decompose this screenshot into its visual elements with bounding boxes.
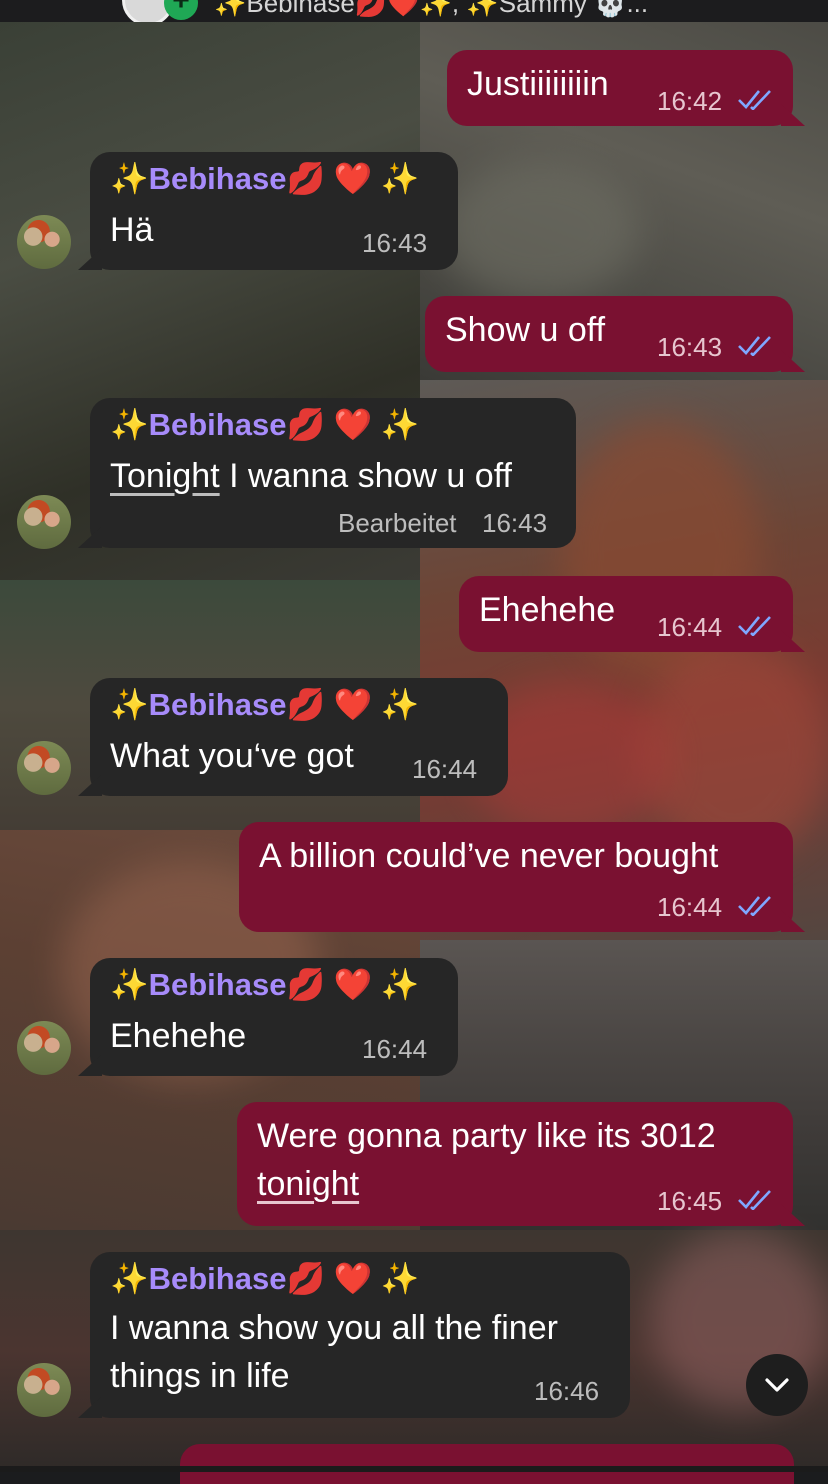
bottom-edge bbox=[0, 1466, 828, 1472]
message-time: 16:43 bbox=[657, 332, 723, 362]
outgoing-message[interactable]: Were gonna party like its 3012 tonight 1… bbox=[237, 1102, 793, 1226]
read-receipt-icon bbox=[738, 90, 771, 110]
incoming-message[interactable]: ✨Bebihase💋 ❤️ ✨ What you‘ve got 16:44 bbox=[90, 678, 508, 796]
message-time: 16:46 bbox=[534, 1376, 600, 1406]
chat-header[interactable]: + ✨Bebihase💋❤️✨, ✨Sammy 💀... bbox=[0, 0, 828, 22]
incoming-message[interactable]: ✨Bebihase💋 ❤️ ✨ Tonight I wanna show u o… bbox=[90, 398, 576, 548]
message-text: Justiiiiiiiin bbox=[467, 65, 609, 103]
sender-name: ✨Bebihase💋 ❤️ ✨ bbox=[110, 161, 420, 196]
message-text: Show u off bbox=[445, 311, 606, 349]
message-text-line: things in life bbox=[110, 1357, 290, 1395]
avatar[interactable] bbox=[17, 495, 71, 549]
read-receipt-icon bbox=[738, 896, 771, 916]
outgoing-message[interactable]: A billion could’ve never bought 16:44 bbox=[239, 822, 793, 932]
edited-label: Bearbeitet bbox=[338, 508, 457, 538]
message-time: 16:44 bbox=[657, 612, 723, 642]
chevron-down-icon bbox=[765, 1378, 789, 1392]
incoming-message[interactable]: ✨Bebihase💋 ❤️ ✨ Ehehehe 16:44 bbox=[90, 958, 458, 1076]
message-time: 16:44 bbox=[362, 1034, 428, 1064]
message-text: A billion could’ve never bought bbox=[259, 837, 719, 875]
outgoing-message-partial[interactable] bbox=[180, 1444, 794, 1484]
message-text-line: I wanna show you all the finer bbox=[110, 1309, 558, 1347]
incoming-message[interactable]: ✨Bebihase💋 ❤️ ✨ I wanna show you all the… bbox=[90, 1252, 630, 1418]
message-time: 16:43 bbox=[362, 228, 428, 258]
message-time: 16:44 bbox=[412, 754, 478, 784]
message-time: 16:45 bbox=[657, 1186, 723, 1216]
outgoing-message[interactable]: Show u off 16:43 bbox=[425, 296, 793, 372]
avatar[interactable] bbox=[17, 1021, 71, 1075]
read-receipt-icon bbox=[738, 336, 771, 356]
read-receipt-icon bbox=[738, 616, 771, 636]
outgoing-message[interactable]: Ehehehe 16:44 bbox=[459, 576, 793, 652]
message-text-line: Were gonna party like its 3012 bbox=[257, 1117, 716, 1155]
sender-name: ✨Bebihase💋 ❤️ ✨ bbox=[110, 407, 420, 442]
sender-name: ✨Bebihase💋 ❤️ ✨ bbox=[110, 1261, 420, 1296]
avatar[interactable] bbox=[17, 741, 71, 795]
add-icon[interactable]: + bbox=[164, 0, 198, 20]
message-text: Hä bbox=[110, 211, 154, 249]
sender-name: ✨Bebihase💋 ❤️ ✨ bbox=[110, 967, 420, 1002]
avatar[interactable] bbox=[17, 215, 71, 269]
sender-name: ✨Bebihase💋 ❤️ ✨ bbox=[110, 687, 420, 722]
message-text: Ehehehe bbox=[479, 591, 616, 629]
message-time: 16:42 bbox=[657, 86, 723, 116]
message-text: What you‘ve got bbox=[110, 737, 354, 775]
message-text: Tonight I wanna show u off bbox=[110, 457, 512, 495]
scroll-to-bottom-button[interactable] bbox=[746, 1354, 808, 1416]
message-text-line: tonight bbox=[257, 1165, 360, 1203]
read-receipt-icon bbox=[738, 1190, 771, 1210]
outgoing-message[interactable]: Justiiiiiiiin 16:42 bbox=[447, 50, 793, 126]
avatar[interactable] bbox=[17, 1363, 71, 1417]
message-time: 16:44 bbox=[657, 892, 723, 922]
incoming-message[interactable]: ✨Bebihase💋 ❤️ ✨ Hä 16:43 bbox=[90, 152, 458, 270]
message-text: Ehehehe bbox=[110, 1017, 247, 1055]
chat-title[interactable]: ✨Bebihase💋❤️✨, ✨Sammy 💀... bbox=[214, 0, 648, 19]
message-time: 16:43 bbox=[482, 508, 548, 538]
